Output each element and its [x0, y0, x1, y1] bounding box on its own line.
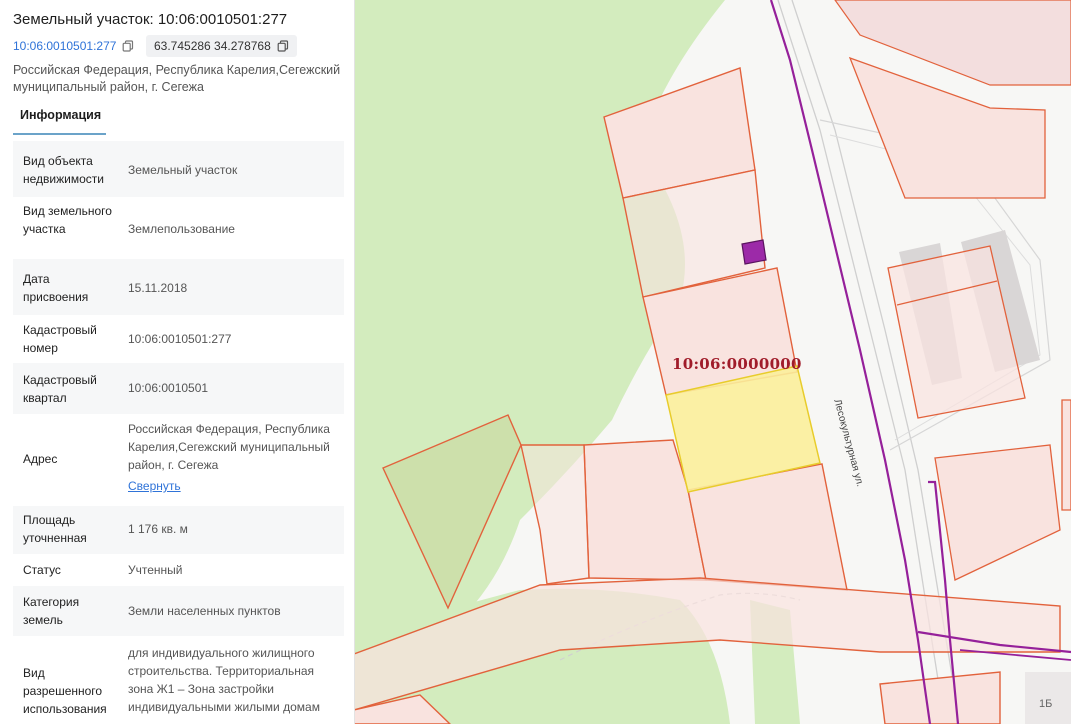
page-title: Земельный участок: 10:06:0010501:277 — [13, 11, 288, 28]
row-label: Адрес — [23, 452, 58, 466]
row-value: Учтенный — [128, 563, 183, 577]
info-row-date: Дата присвоения 15.11.2018 — [13, 259, 344, 315]
row-label: Категория земель — [23, 595, 80, 627]
collapse-link[interactable]: Свернуть — [128, 477, 338, 495]
cadastral-map[interactable]: 10:06:0000000 Лесокультурная ул. 1Б — [354, 0, 1071, 724]
info-row-quarter: Кадастровый квартал 10:06:0010501 — [13, 363, 344, 414]
row-value: для индивидуального жилищного строительс… — [128, 646, 320, 714]
row-value: Землепользование — [128, 222, 235, 236]
row-label: Кадастровый номер — [23, 323, 97, 355]
row-label: Дата присвоения — [23, 272, 89, 304]
info-row-address: Адрес Российская Федерация, Республика К… — [13, 414, 344, 506]
coordinates-chip[interactable]: 63.745286 34.278768 — [146, 35, 297, 57]
row-label: Вид земельного участка — [23, 204, 112, 236]
parcel[interactable] — [1061, 399, 1071, 511]
address-subtitle: Российская Федерация, Республика Карелия… — [13, 63, 341, 94]
info-row-area: Площадь уточненная 1 176 кв. м — [13, 506, 344, 554]
info-panel: Земельный участок: 10:06:0010501:277 10:… — [0, 0, 355, 724]
tab-info-label: Информация — [20, 108, 102, 122]
info-row-status: Статус Учтенный — [13, 554, 344, 586]
coordinates-text: 63.745286 34.278768 — [154, 39, 271, 53]
row-value: 1 176 кв. м — [128, 522, 188, 536]
row-label: Статус — [23, 563, 61, 577]
info-row-object-type: Вид объекта недвижимости Земельный участ… — [13, 141, 344, 197]
address-value: Российская Федерация, Республика Карелия… — [128, 422, 330, 472]
building-number-label: 1Б — [1039, 698, 1053, 710]
row-label: Кадастровый квартал — [23, 373, 97, 405]
row-value: 15.11.2018 — [128, 281, 188, 295]
parcel-number-label: 10:06:0000000 — [672, 355, 802, 373]
info-row-cadastral-number: Кадастровый номер 10:06:0010501:277 — [13, 315, 344, 363]
row-value: Земли населенных пунктов — [128, 604, 281, 618]
copy-icon[interactable] — [277, 40, 289, 52]
row-label: Вид объекта недвижимости — [23, 154, 104, 186]
row-label: Вид разрешенного использования — [23, 666, 107, 716]
tab-info[interactable]: Информация — [13, 101, 106, 135]
info-row-category: Категория земель Земли населенных пункто… — [13, 586, 344, 636]
row-value: 10:06:0010501:277 — [128, 332, 232, 346]
row-value: 10:06:0010501 — [128, 381, 209, 395]
row-value: Российская Федерация, Республика Карелия… — [128, 420, 338, 495]
info-row-land-type: Вид земельного участка Землепользование — [13, 197, 344, 259]
cadastral-number-link[interactable]: 10:06:0010501:277 — [13, 39, 134, 53]
power-marker-icon[interactable] — [741, 239, 767, 265]
cadastral-number-text[interactable]: 10:06:0010501:277 — [13, 39, 116, 53]
info-row-permitted-use: Вид разрешенного использования для индив… — [13, 636, 344, 724]
row-value: Земельный участок — [128, 163, 238, 177]
copy-icon[interactable] — [122, 40, 134, 52]
row-label: Площадь уточненная — [23, 513, 87, 545]
